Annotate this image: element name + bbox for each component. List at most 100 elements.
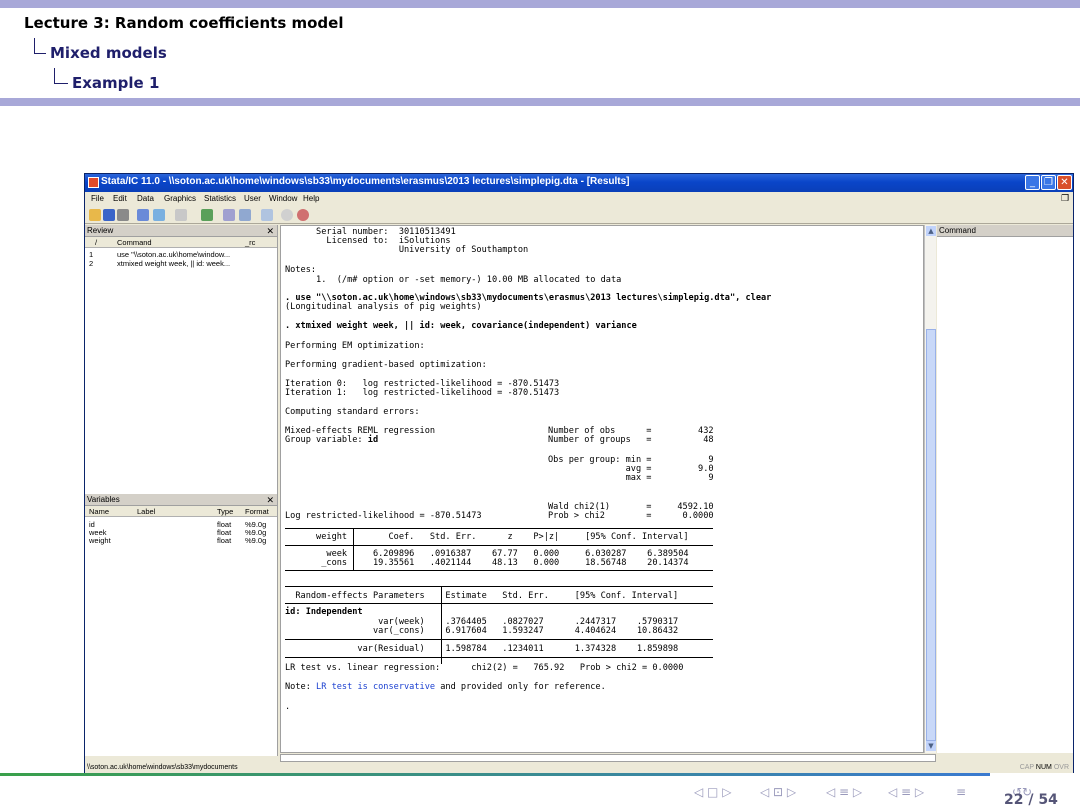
table-rule: [285, 570, 713, 571]
lr-test-help-link[interactable]: LR test is conservative: [316, 682, 435, 692]
dofile-editor-icon[interactable]: [201, 209, 213, 221]
number-of-groups: Number of groups = 48: [548, 435, 714, 445]
menu-edit[interactable]: Edit: [113, 194, 127, 203]
xtmixed-command: . xtmixed weight week, || id: week, cova…: [285, 321, 637, 331]
scroll-down-icon[interactable]: ▼: [926, 741, 936, 751]
variables-column-header: Name Label Type Format: [85, 506, 277, 517]
key-indicators: CAP NUM OVR: [1020, 762, 1069, 773]
dataset-label: (Longitudinal analysis of pig weights): [285, 302, 482, 312]
page-number: 22 / 54: [1004, 792, 1058, 808]
window-titlebar[interactable]: Stata/IC 11.0 - \\soton.ac.uk\home\windo…: [85, 174, 1073, 192]
review-pane: Review ✕ / Command _rc 1 use "\\soton.ac…: [85, 225, 278, 495]
more-icon[interactable]: [281, 209, 293, 221]
log-icon[interactable]: [137, 209, 149, 221]
menu-data[interactable]: Data: [137, 194, 154, 203]
stata-app-icon: [88, 177, 99, 188]
review-col-index[interactable]: /: [95, 237, 97, 248]
slide-title: Lecture 3: Random coefficients model: [24, 14, 344, 32]
stata-window: Stata/IC 11.0 - \\soton.ac.uk\home\windo…: [84, 173, 1074, 773]
open-icon[interactable]: [89, 209, 101, 221]
em-optimization: Performing EM optimization:: [285, 341, 425, 351]
menu-bar: File Edit Data Graphics Statistics User …: [85, 192, 1073, 206]
taskbar-strip: [0, 773, 990, 776]
menu-statistics[interactable]: Statistics: [204, 194, 236, 203]
subsection-title: Example 1: [72, 74, 160, 92]
note-1: 1. (/m# option or -set memory-) 10.00 MB…: [285, 275, 622, 285]
nav-subsection-icon[interactable]: ◁ ⊡ ▷: [760, 785, 796, 799]
nav-frame-icon[interactable]: ◁ □ ▷: [694, 785, 731, 799]
variable-type: float: [217, 536, 232, 545]
toolbar: [85, 206, 1073, 224]
num-indicator: NUM: [1035, 764, 1052, 771]
variables-col-label[interactable]: Label: [137, 506, 155, 517]
prob-chi2: Prob > chi2 = 0.0000: [548, 511, 714, 521]
close-icon[interactable]: ✕: [266, 494, 274, 506]
group-variable-value: id: [367, 435, 379, 445]
random-effects-header: Random-effects Parameters Estimate Std. …: [285, 591, 679, 601]
menu-graphics[interactable]: Graphics: [164, 194, 196, 203]
review-title: Review ✕: [85, 225, 277, 237]
scroll-up-icon[interactable]: ▲: [926, 226, 936, 236]
review-row-index: 1: [89, 250, 94, 259]
review-row-command: use "\\soton.ac.uk\home\window...: [117, 250, 231, 259]
header-top-bar: [0, 0, 1080, 8]
break-icon[interactable]: [297, 209, 309, 221]
gradient-optimization: Performing gradient-based optimization:: [285, 360, 487, 370]
variable-format: %9.0g: [245, 536, 267, 545]
restore-icon[interactable]: ❐: [1061, 193, 1069, 204]
review-col-rc[interactable]: _rc: [245, 237, 255, 248]
command-prompt: .: [285, 702, 291, 712]
graph-icon[interactable]: [175, 209, 187, 221]
table-rule: [285, 657, 713, 658]
nav-outline-icon[interactable]: ≡: [956, 785, 966, 799]
results-window[interactable]: Serial number: 30110513491 Licensed to: …: [280, 225, 924, 753]
table-rule: [285, 603, 713, 604]
menu-help[interactable]: Help: [303, 194, 319, 203]
viewer-icon[interactable]: [153, 209, 165, 221]
command-input[interactable]: [280, 754, 936, 762]
print-icon[interactable]: [117, 209, 129, 221]
group-variable-line: Group variable: id: [285, 435, 379, 446]
menu-file[interactable]: File: [91, 194, 104, 203]
variables-title: Variables ✕: [85, 494, 277, 506]
maximize-button[interactable]: ❐: [1041, 175, 1056, 190]
review-title-label: Review: [87, 226, 114, 235]
group-variable-label: Group variable:: [285, 435, 368, 445]
variables-manager-icon[interactable]: [261, 209, 273, 221]
variables-title-label: Variables: [87, 495, 120, 504]
note-prefix: Note:: [285, 682, 317, 692]
close-button[interactable]: ✕: [1057, 175, 1072, 190]
random-var-cons: var(_cons) 6.917604 1.593247 4.404624 10…: [285, 626, 679, 636]
variables-col-name[interactable]: Name: [89, 506, 109, 517]
data-editor-icon[interactable]: [223, 209, 235, 221]
computing-se: Computing standard errors:: [285, 407, 420, 417]
nav-document-icon[interactable]: ◁ ≡ ▷: [888, 785, 924, 799]
review-row-command: xtmixed weight week, || id: week...: [117, 259, 231, 268]
data-browser-icon[interactable]: [239, 209, 251, 221]
command-pane[interactable]: Command: [937, 225, 1073, 753]
log-likelihood: Log restricted-likelihood = -870.51473: [285, 511, 482, 521]
menu-user[interactable]: User: [244, 194, 261, 203]
nav-section-icon[interactable]: ◁ ≡ ▷: [826, 785, 862, 799]
table-rule: [285, 528, 713, 529]
results-scrollbar[interactable]: ▲ ▼: [924, 225, 936, 753]
review-row-index: 2: [89, 259, 94, 268]
menu-window[interactable]: Window: [269, 194, 297, 203]
variables-col-format[interactable]: Format: [245, 506, 269, 517]
scroll-thumb[interactable]: [926, 329, 936, 741]
table-rule: [285, 586, 713, 587]
ovr-indicator: OVR: [1053, 764, 1069, 771]
tree-connector: [34, 38, 46, 54]
variables-col-type[interactable]: Type: [217, 506, 233, 517]
window-title: Stata/IC 11.0 - \\soton.ac.uk\home\windo…: [101, 176, 630, 187]
variable-name: weight: [89, 536, 111, 545]
caps-indicator: CAP: [1019, 764, 1034, 771]
minimize-button[interactable]: _: [1025, 175, 1040, 190]
review-col-command[interactable]: Command: [117, 237, 152, 248]
lr-test: LR test vs. linear regression: chi2(2) =…: [285, 663, 684, 673]
tree-connector: [54, 68, 68, 84]
close-icon[interactable]: ✕: [266, 225, 274, 237]
section-title: Mixed models: [50, 44, 167, 62]
slide-header: Lecture 3: Random coefficients model Mix…: [0, 8, 1080, 98]
save-icon[interactable]: [103, 209, 115, 221]
